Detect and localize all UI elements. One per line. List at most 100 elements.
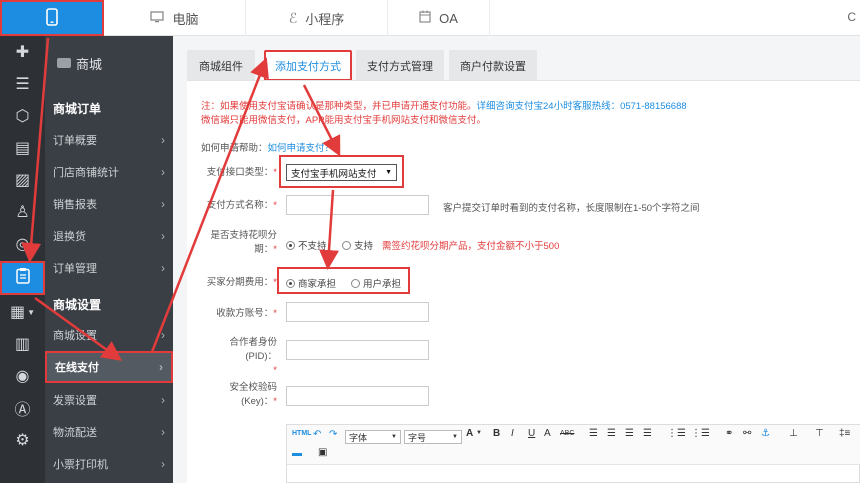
sidebar-item-invoice-settings[interactable]: 发票设置 › <box>45 384 173 416</box>
font-size-select[interactable]: 字号 ▼ <box>404 430 462 444</box>
font-color-icon[interactable]: A <box>466 428 473 439</box>
unordered-list-icon[interactable]: ⋮☰ <box>691 428 710 439</box>
clipboard-icon <box>15 267 30 289</box>
tab-oa[interactable]: OA <box>388 0 490 36</box>
sidebar-item-returns[interactable]: 退换货 › <box>45 220 173 252</box>
sidebar-item-shop-settings[interactable]: 商城设置 › <box>45 319 173 351</box>
sidebar-item-order-summary[interactable]: 订单概要 › <box>45 124 173 156</box>
huabei-option-yes[interactable]: 支持 <box>342 238 373 252</box>
huabei-option-no[interactable]: 不支持 <box>286 238 327 252</box>
align-left-icon[interactable]: ☰ <box>589 428 598 439</box>
sidebar-item-label: 门店商铺统计 <box>53 167 119 179</box>
redo-icon[interactable]: ↷ <box>329 429 337 440</box>
notice-line-2: 微信端只能用微信支付，APP能用支付宝手机网站支付和微信支付。 <box>201 115 487 126</box>
store-icon <box>57 58 71 68</box>
html-source-button[interactable]: HTML <box>292 430 311 437</box>
sidebar-item-order-management[interactable]: 订单管理 › <box>45 252 173 284</box>
rail-appstore[interactable]: Ⓐ <box>0 392 45 424</box>
bold-icon[interactable]: B <box>493 428 500 439</box>
chevron-right-icon: › <box>161 229 165 243</box>
rail-products[interactable]: ⬡ <box>0 100 45 132</box>
caret-down-icon: ▼ <box>27 307 36 317</box>
account-input[interactable] <box>286 302 429 322</box>
chat-icon: ◉ <box>15 368 30 385</box>
help-link[interactable]: 如何申请支付？ <box>268 143 335 154</box>
unlink-icon[interactable]: ⚯ <box>743 428 751 439</box>
tab-merchant-payment-settings[interactable]: 商户付款设置 <box>449 50 537 81</box>
rail-games[interactable]: ◎ <box>0 228 45 260</box>
tab-shop-components[interactable]: 商城组件 <box>187 50 255 81</box>
strikethrough-icon[interactable]: ABC <box>560 430 574 437</box>
radio-unchecked-icon <box>351 279 360 288</box>
help-label: 如何申请帮助： <box>201 143 268 154</box>
align-right-icon[interactable]: ☰ <box>625 428 634 439</box>
payment-name-hint: 客户提交订单时看到的支付名称，长度限制在1-50个字符之间 <box>443 203 700 214</box>
tab-add-payment-method[interactable]: 添加支付方式 <box>264 50 352 81</box>
order-icon: ▥ <box>14 336 31 353</box>
align-justify-icon[interactable]: ☰ <box>643 428 652 439</box>
italic-icon[interactable]: I <box>511 428 514 439</box>
chevron-right-icon: › <box>161 133 165 147</box>
tab-oa-label: OA <box>439 10 458 26</box>
sidebar-item-receipt-printer[interactable]: 小票打印机 › <box>45 448 173 480</box>
anchor-icon[interactable]: ⚓ <box>761 428 770 439</box>
link-icon[interactable]: ⚭ <box>725 428 733 439</box>
payment-name-input[interactable] <box>286 195 429 215</box>
notice-line-1: 注：如果使用支付宝请确认是那种类型，并已申请开通支付功能。 <box>201 101 477 112</box>
radio-checked-icon <box>286 241 295 250</box>
key-input[interactable] <box>286 386 429 406</box>
highlight-icon[interactable]: A <box>544 428 551 439</box>
installment-option-merchant[interactable]: 商家承担 <box>286 276 336 290</box>
rail-settings[interactable]: ⚙ <box>0 424 45 456</box>
installment-label: 买家分期费用：* <box>206 277 277 288</box>
payment-type-highlight: 支付宝手机网站支付 ▼ <box>279 155 404 188</box>
huabei-label: 是否支持花呗分 期：* <box>210 230 277 255</box>
group-title-orders: 商城订单 <box>53 102 102 116</box>
line-height-icon[interactable]: ‡≡ <box>839 428 850 439</box>
horizontal-rule-icon[interactable]: ▬ <box>292 448 302 459</box>
save-icon[interactable]: ▣ <box>318 447 327 458</box>
rail-documents[interactable]: ▤ <box>0 132 45 164</box>
key-label: 安全校验码 (Key)：* <box>229 382 277 407</box>
tab-pc[interactable]: 电脑 <box>104 0 246 36</box>
tab-payment-method-management[interactable]: 支付方式管理 <box>356 50 444 81</box>
sidebar-item-logistics[interactable]: 物流配送 › <box>45 416 173 448</box>
sidebar-item-label: 退换货 <box>53 231 86 243</box>
undo-icon[interactable]: ↶ <box>313 429 321 440</box>
rail-orders[interactable]: ▥ <box>0 328 45 360</box>
tab-miniprogram[interactable]: ℰ 小程序 <box>246 0 388 36</box>
rail-plugins[interactable]: ✚ <box>0 36 45 68</box>
underline-icon[interactable]: U <box>528 428 535 439</box>
sidebar-item-store-stats[interactable]: 门店商铺统计 › <box>45 156 173 188</box>
pid-input[interactable] <box>286 340 429 360</box>
huabei-note: 需签约花呗分期产品，支付金额不小于500 <box>382 241 560 252</box>
sidebar-item-sales-report[interactable]: 销售报表 › <box>45 188 173 220</box>
rail-users[interactable]: ♙ <box>0 196 45 228</box>
sidebar-title: 商城 <box>76 56 103 72</box>
sidebar-item-label: 小票打印机 <box>53 459 108 471</box>
sidebar-item-online-payment[interactable]: 在线支付 › <box>45 351 173 383</box>
insert-row-icon[interactable]: ⊥ <box>789 428 798 439</box>
chevron-right-icon: › <box>161 165 165 179</box>
ordered-list-icon[interactable]: ⋮☰ <box>667 428 686 439</box>
rail-apps[interactable]: ▦ ▼ <box>0 296 45 328</box>
payment-type-select[interactable]: 支付宝手机网站支付 ▼ <box>286 164 397 181</box>
grid-icon: ▦ <box>9 304 26 321</box>
sidebar-item-label: 物流配送 <box>53 427 97 439</box>
secondary-sidebar: 商城 商城订单 订单概要 › 门店商铺统计 › 销售报表 › 退换货 › 订单管理 › 商… <box>45 36 173 483</box>
group-title-settings: 商城设置 <box>53 298 102 312</box>
align-center-icon[interactable]: ☰ <box>607 428 616 439</box>
paragraph-icon[interactable]: ⊤ <box>815 428 824 439</box>
rail-chat[interactable]: ◉ <box>0 360 45 392</box>
rail-images[interactable]: ▨ <box>0 164 45 196</box>
caret-down-icon[interactable]: ▼ <box>476 430 482 436</box>
top-right-label[interactable]: C <box>847 10 856 24</box>
tab-miniprogram-label: 小程序 <box>305 11 345 27</box>
font-family-select[interactable]: 字体 ▼ <box>345 430 401 444</box>
chevron-right-icon: › <box>159 360 163 374</box>
installment-option-user[interactable]: 用户承担 <box>351 276 401 290</box>
payment-name-label: 支付方式名称：* <box>206 200 277 211</box>
rail-list[interactable]: ☰ <box>0 68 45 100</box>
mobile-platform-tab[interactable] <box>0 0 104 36</box>
rail-shop[interactable] <box>0 261 45 295</box>
